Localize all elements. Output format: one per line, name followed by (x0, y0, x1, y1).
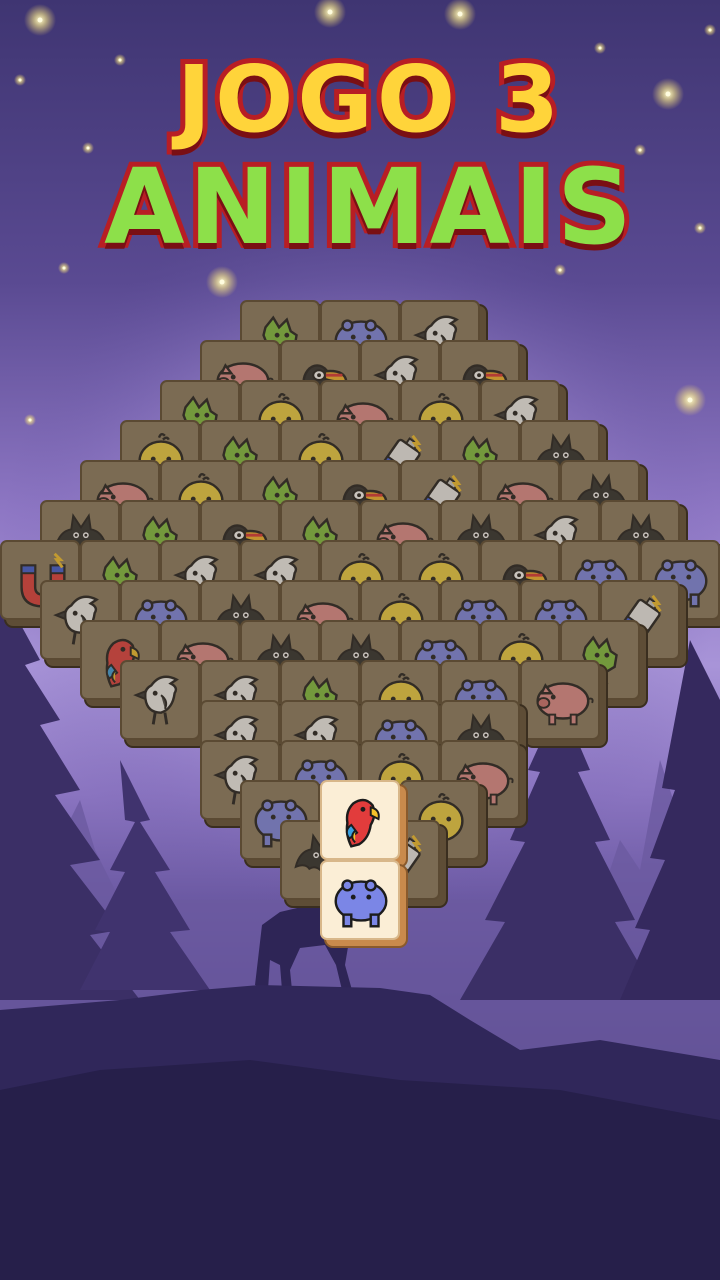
hippo-icon (334, 879, 388, 928)
active-tile-parrot[interactable] (320, 780, 400, 860)
tile-board (0, 0, 720, 1280)
parrot-icon (345, 798, 380, 848)
tile-shade (122, 662, 198, 738)
game-scene: JOGO 3 ANIMAIS (0, 0, 720, 1280)
tile-pig[interactable] (520, 660, 600, 740)
tile-shade (522, 662, 598, 738)
active-tile-hippo[interactable] (320, 860, 400, 940)
tile-cockatoo[interactable] (120, 660, 200, 740)
